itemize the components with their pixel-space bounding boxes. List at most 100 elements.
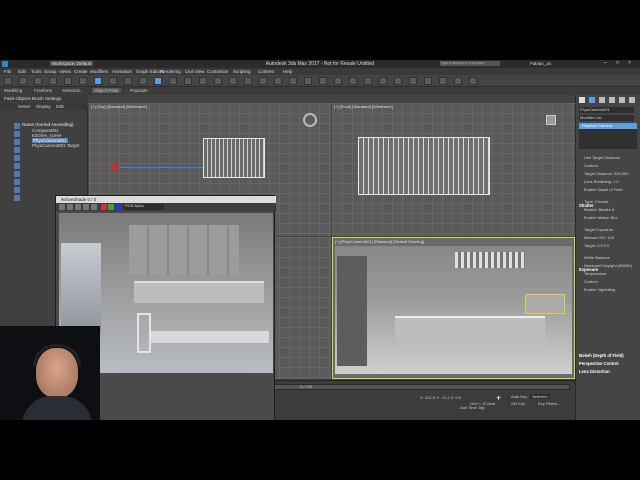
pivot-icon[interactable] (214, 77, 222, 85)
selected-dropdown[interactable]: Selected (530, 394, 550, 399)
minimize-button[interactable]: – (604, 60, 607, 66)
camera-param-4[interactable]: Enable Depth of Field (584, 187, 622, 192)
bind-icon[interactable] (64, 77, 72, 85)
motion-tab-icon[interactable] (609, 97, 615, 103)
blue-channel-icon[interactable] (115, 204, 121, 210)
menu-item-civil-view[interactable]: Civil View (185, 69, 204, 74)
object-name-field[interactable]: PhysCamera001 (579, 107, 634, 113)
render-setup-icon[interactable] (439, 77, 447, 85)
mirror-icon[interactable] (334, 77, 342, 85)
percent-snap-icon[interactable] (289, 77, 297, 85)
menu-item-create[interactable]: Create (74, 69, 88, 74)
copy-image-icon[interactable] (67, 204, 73, 210)
tab-edit[interactable]: Edit (56, 104, 64, 109)
selection-filter-icon[interactable] (79, 77, 87, 85)
camera-param-3[interactable]: Lens Breathing: 1.0 (584, 179, 619, 184)
render-icon[interactable] (469, 77, 477, 85)
schematic-icon[interactable] (409, 77, 417, 85)
menu-item-content[interactable]: Content (258, 69, 274, 74)
scene-item-camera-target[interactable]: PhysCamera001.Target (32, 143, 79, 148)
filter-all-icon[interactable] (14, 195, 20, 201)
maximize-button[interactable]: □ (616, 60, 619, 66)
undo-icon[interactable] (4, 77, 12, 85)
filter-bones-icon[interactable] (14, 187, 20, 193)
scale-icon[interactable] (184, 77, 192, 85)
rect-select-icon[interactable] (124, 77, 132, 85)
rollout-shutter[interactable]: Shutter (579, 203, 594, 208)
filter-helpers-icon[interactable] (14, 155, 20, 161)
menu-item-edit[interactable]: Edit (18, 69, 26, 74)
explorer-column-header[interactable]: Name (Sorted Ascending) (22, 122, 74, 127)
green-channel-icon[interactable] (108, 204, 114, 210)
rollout-bokeh-depth-of-field-[interactable]: Bokeh (Depth of Field) (579, 353, 624, 358)
ribbon-tab-freeform[interactable]: Freeform (34, 88, 52, 93)
activeshade-close-button[interactable]: × (61, 197, 273, 202)
rollout-perspective-control[interactable]: Perspective Control (579, 361, 619, 366)
tab-select[interactable]: Select (18, 104, 31, 109)
camera-param-8[interactable]: Target Exposure (584, 227, 613, 232)
unlink-icon[interactable] (49, 77, 57, 85)
camera-param-10[interactable]: Target: 6.0 EV (584, 243, 609, 248)
rendered-frame-icon[interactable] (454, 77, 462, 85)
filter-lights-icon[interactable] (14, 139, 20, 145)
menu-item-scripting[interactable]: Scripting (233, 69, 251, 74)
ribbon-tab-selection[interactable]: Selection (62, 88, 81, 93)
clear-icon[interactable] (91, 204, 97, 210)
ref-coord-icon[interactable] (199, 77, 207, 85)
camera-param-2[interactable]: Target Distance: 300,000 (584, 171, 628, 176)
menu-item-rendering[interactable]: Rendering (160, 69, 181, 74)
menu-item-customize[interactable]: Customize (207, 69, 228, 74)
curve-editor-icon[interactable] (394, 77, 402, 85)
menu-item-group[interactable]: Group (44, 69, 57, 74)
ribbon-tab-object-paint[interactable]: Object Paint (92, 88, 121, 93)
user-name[interactable]: Fabian_Jo (530, 61, 551, 66)
search-input[interactable]: Type a keyword or phrase (440, 61, 500, 66)
viewcube-top[interactable] (303, 113, 317, 127)
menu-item-help[interactable]: Help (283, 69, 292, 74)
filter-cameras-icon[interactable] (14, 147, 20, 153)
rollout-exposure[interactable]: Exposure (579, 267, 598, 272)
camera-param-9[interactable]: Manual ISO: 100 (584, 235, 614, 240)
clone-window-icon[interactable] (75, 204, 81, 210)
keyboard-shortcut-icon[interactable] (244, 77, 252, 85)
menu-item-views[interactable]: Views (59, 69, 71, 74)
ribbon-tab-modeling[interactable]: Modeling (4, 88, 22, 93)
stack-item-physical-camera[interactable]: Physical Camera (579, 123, 637, 129)
window-crossing-icon[interactable] (139, 77, 147, 85)
auto-key-button[interactable]: Auto Key (511, 394, 527, 399)
modifier-list-dropdown[interactable]: Modifier List (579, 115, 634, 121)
select-icon[interactable] (94, 77, 102, 85)
close-button[interactable]: × (628, 60, 631, 66)
angle-snap-icon[interactable] (274, 77, 282, 85)
hierarchy-tab-icon[interactable] (599, 97, 605, 103)
save-image-icon[interactable] (59, 204, 65, 210)
display-tab-icon[interactable] (619, 97, 625, 103)
tab-display[interactable]: Display (36, 104, 51, 109)
channel-dropdown[interactable]: RGB Alpha (124, 204, 164, 210)
rollout-lens-distortion[interactable]: Lens Distortion (579, 369, 610, 374)
filter-geometry-icon[interactable] (14, 123, 20, 129)
add-time-tag-button[interactable]: Add Time Tag (460, 405, 484, 410)
redo-icon[interactable] (19, 77, 27, 85)
viewcube-front[interactable] (546, 115, 556, 125)
select-by-name-icon[interactable] (109, 77, 117, 85)
move-icon[interactable] (154, 77, 162, 85)
layers-icon[interactable] (364, 77, 372, 85)
spinner-snap-icon[interactable] (304, 77, 312, 85)
set-key-button[interactable]: Set Key (511, 401, 525, 406)
viewport-camera[interactable]: [+] [PhysCamera001] [Standard] [Default … (332, 237, 575, 379)
ribbon-tab-populate[interactable]: Populate (130, 88, 148, 93)
red-channel-icon[interactable] (101, 204, 107, 210)
snaps-icon[interactable] (259, 77, 267, 85)
camera-param-1[interactable]: Custom (584, 163, 598, 168)
camera-param-11[interactable]: White Balance (584, 255, 610, 260)
utilities-tab-icon[interactable] (629, 97, 635, 103)
viewport-camera-label[interactable]: [+] [PhysCamera001] [Standard] [Default … (335, 239, 424, 244)
create-tab-icon[interactable] (579, 97, 585, 103)
rotate-icon[interactable] (169, 77, 177, 85)
graphite-icon[interactable] (379, 77, 387, 85)
menu-item-tools[interactable]: Tools (31, 69, 42, 74)
viewport-front-label[interactable]: [+] [Front] [Standard] [Wireframe] (334, 104, 393, 109)
link-icon[interactable] (34, 77, 42, 85)
modify-tab-icon[interactable] (589, 97, 595, 103)
